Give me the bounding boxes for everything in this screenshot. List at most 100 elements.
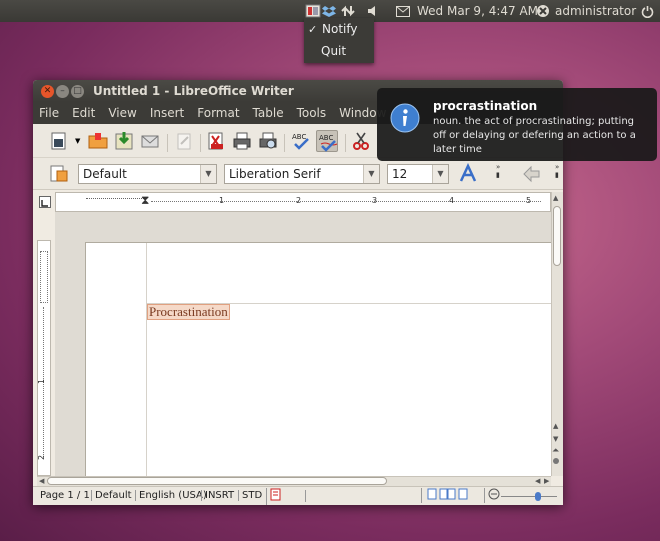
open-folder-icon[interactable] <box>87 130 109 152</box>
ruler-mark: 5 <box>526 196 532 205</box>
single-page-view-icon[interactable] <box>421 488 469 503</box>
status-page[interactable]: Page 1 / 1 <box>40 490 90 501</box>
zoom-slider-track[interactable] <box>501 496 557 497</box>
vertical-scroll-thumb[interactable] <box>553 206 561 266</box>
menu-format[interactable]: Format <box>191 106 246 120</box>
status-style[interactable]: Default <box>91 490 132 501</box>
document-page[interactable]: Procrastination <box>85 242 552 477</box>
text-boundary-left <box>146 243 147 477</box>
horizontal-scrollbar[interactable]: ◀ ◀ ▶ <box>37 476 551 486</box>
spellcheck-icon[interactable]: ABC <box>290 130 312 152</box>
navigation-icon[interactable] <box>553 458 559 464</box>
status-insert-mode[interactable]: INSRT <box>201 490 234 501</box>
document-area[interactable]: Procrastination <box>55 212 552 477</box>
font-name-combo[interactable]: Liberation Serif ▼ <box>224 164 380 184</box>
scroll-right-icon[interactable]: ▶ <box>544 477 549 485</box>
print-icon[interactable] <box>231 130 253 152</box>
menu-view[interactable]: View <box>102 106 143 120</box>
scroll-left-icon[interactable]: ◀ <box>39 477 44 485</box>
close-button[interactable]: ✕ <box>41 85 54 98</box>
scroll-up-icon[interactable]: ▲ <box>553 422 558 430</box>
indent-marker-icon[interactable]: ⧗ <box>141 194 149 206</box>
vertical-scrollbar[interactable]: ▲ ▲ ▼ ⏶ <box>551 192 563 476</box>
scroll-left-icon[interactable]: ◀ <box>535 477 540 485</box>
menu-item-label: Notify <box>322 22 358 36</box>
check-icon: ✓ <box>308 22 318 36</box>
arrow-left-icon[interactable] <box>521 163 543 185</box>
ruler-margin <box>86 198 146 199</box>
paragraph-style-value: Default <box>83 167 127 181</box>
font-name-value: Liberation Serif <box>229 167 321 181</box>
notification-bubble: procrastination noun. the act of procras… <box>377 88 657 161</box>
auto-spellcheck-icon[interactable]: ABC <box>316 130 338 152</box>
menu-item-notify[interactable]: ✓ Notify <box>304 18 374 40</box>
notification-body: noun. the act of procrastinating; puttin… <box>433 116 636 155</box>
chevron-down-icon[interactable]: ▼ <box>363 165 379 183</box>
toolbar-overflow-handle[interactable]: » ▮ <box>496 163 502 185</box>
menu-table[interactable]: Table <box>247 106 291 120</box>
previous-page-icon[interactable]: ⏶ <box>552 446 559 456</box>
document-text[interactable]: Procrastination <box>147 304 230 320</box>
toolbar-separator <box>200 134 201 152</box>
font-color-icon[interactable] <box>457 163 479 185</box>
ruler-mark: 3 <box>372 196 378 205</box>
scroll-down-icon[interactable]: ▼ <box>553 435 558 443</box>
styles-formatting-icon[interactable] <box>48 163 70 185</box>
paragraph-style-combo[interactable]: Default ▼ <box>78 164 217 184</box>
ruler-mark: 4 <box>449 196 455 205</box>
mail-icon[interactable] <box>396 0 410 22</box>
horizontal-ruler[interactable]: ⧗ 1 2 3 4 5 <box>55 192 551 212</box>
new-document-icon[interactable] <box>48 130 70 152</box>
formatting-toolbar: Default ▼ Liberation Serif ▼ 12 ▼ » ▮ » ▮ <box>33 158 563 190</box>
new-dropdown-arrow-icon[interactable]: ▼ <box>75 137 80 145</box>
info-icon <box>390 103 420 136</box>
ruler-mark: 2 <box>296 196 302 205</box>
print-preview-icon[interactable] <box>257 130 279 152</box>
menu-file[interactable]: File <box>33 106 66 120</box>
font-size-combo[interactable]: 12 ▼ <box>387 164 449 184</box>
toolbar-separator <box>345 134 346 152</box>
user-name[interactable]: administrator <box>555 0 636 22</box>
ruler-mark: 1 <box>37 378 47 385</box>
scroll-up-icon[interactable]: ▲ <box>553 194 558 202</box>
menu-item-label: Quit <box>321 44 347 58</box>
vertical-ruler[interactable]: 1 2 <box>37 240 51 476</box>
toolbar-separator <box>284 134 285 152</box>
zoom-out-icon[interactable] <box>484 488 500 503</box>
toolbar-overflow-handle[interactable]: » ▮ <box>555 163 561 185</box>
status-language[interactable]: English (USA) <box>135 490 207 501</box>
status-bar: Page 1 / 1 Default English (USA) INSRT S… <box>33 486 563 505</box>
window-title: Untitled 1 - LibreOffice Writer <box>93 84 294 98</box>
maximize-button[interactable]: □ <box>71 85 84 98</box>
cut-icon[interactable] <box>350 130 372 152</box>
zoom-slider-thumb[interactable] <box>535 492 541 501</box>
document-modified-icon[interactable] <box>266 488 282 505</box>
chevron-down-icon[interactable]: ▼ <box>200 165 216 183</box>
ruler-mark: 2 <box>37 454 47 461</box>
ruler-ticks <box>151 201 541 202</box>
edit-file-icon[interactable] <box>173 130 195 152</box>
user-status-icon[interactable] <box>536 0 550 22</box>
notification-title: procrastination <box>433 99 538 113</box>
svg-text:ABC: ABC <box>292 133 306 141</box>
menu-insert[interactable]: Insert <box>144 106 191 120</box>
menu-tools[interactable]: Tools <box>291 106 334 120</box>
svg-text:ABC: ABC <box>319 134 333 142</box>
horizontal-scroll-thumb[interactable] <box>47 477 387 485</box>
power-icon[interactable] <box>641 0 654 22</box>
tab-stop-selector[interactable] <box>39 196 51 208</box>
minimize-button[interactable]: – <box>56 85 69 98</box>
chevron-down-icon[interactable]: ▼ <box>432 165 448 183</box>
menu-edit[interactable]: Edit <box>66 106 102 120</box>
clock-datetime[interactable]: Wed Mar 9, 4:47 AM <box>417 0 538 22</box>
menu-item-quit[interactable]: Quit <box>304 40 374 62</box>
font-size-value: 12 <box>392 167 408 181</box>
ruler-margin <box>40 251 48 303</box>
email-document-icon[interactable] <box>139 130 161 152</box>
ruler-mark: 1 <box>219 196 225 205</box>
save-icon[interactable] <box>113 130 135 152</box>
export-pdf-icon[interactable] <box>205 130 227 152</box>
status-separator <box>305 490 306 502</box>
tray-menu: ✓ Notify Quit <box>304 18 374 63</box>
status-selection-mode[interactable]: STD <box>238 490 262 501</box>
